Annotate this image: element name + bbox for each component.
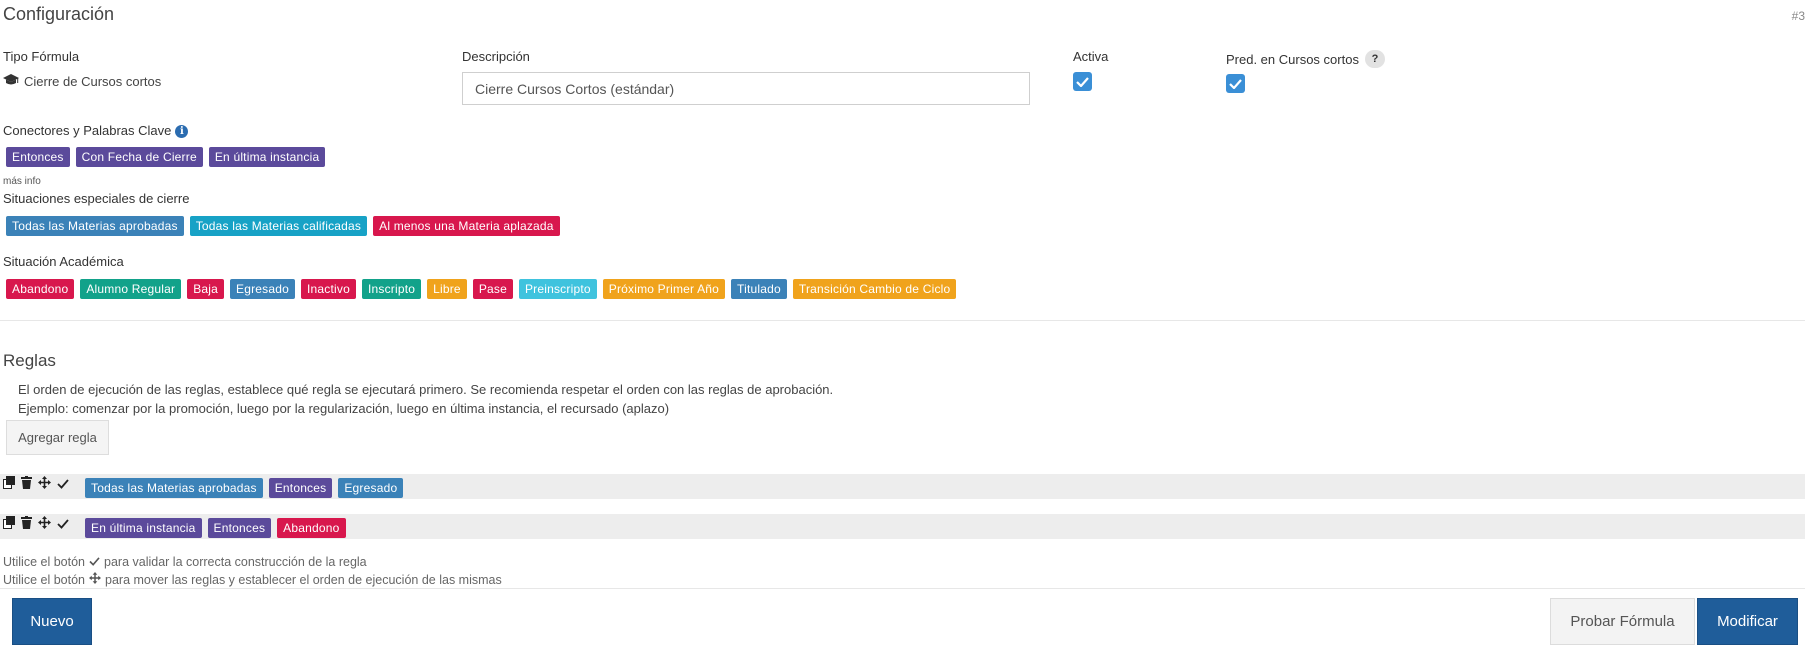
check-icon [1076,76,1089,87]
move-icon [89,572,101,587]
situacion-academica-title: Situación Académica [3,254,124,269]
validate-check-icon[interactable] [57,516,69,534]
tipo-formula-label: Tipo Fórmula [3,49,80,64]
hint-move-pre: Utilice el botón [3,572,85,587]
situacion-academica-badge: Inscripto [361,279,422,299]
hint-validate: Utilice el botón para validar la correct… [3,555,367,569]
descripcion-label: Descripción [462,49,530,64]
probar-formula-button[interactable]: Probar Fórmula [1550,598,1695,645]
rule-tags: En última instancia Entonces Abandono [85,518,346,538]
move-icon[interactable] [38,516,51,534]
reglas-desc-1: El orden de ejecución de las reglas, est… [18,382,834,397]
rule-actions [3,516,69,534]
tipo-formula-text: Cierre de Cursos cortos [24,74,162,89]
situacion-academica-badge: Pase [472,279,513,299]
record-id: #3 [1791,9,1805,23]
check-icon [89,555,100,569]
move-icon[interactable] [38,476,51,494]
divider [0,320,1805,321]
rule-tag: Egresado [338,478,404,498]
situacion-especial-badge: Al menos una Materia aplazada [373,216,560,236]
situacion-academica-badge: Transición Cambio de Ciclo [792,279,957,299]
agregar-regla-button[interactable]: Agregar regla [6,420,109,455]
situacion-especial-badge: Todas las Materias calificadas [189,216,368,236]
copy-icon[interactable] [3,476,15,494]
more-info-link[interactable]: más info [3,176,41,187]
rule-tag: Entonces [268,478,333,498]
situacion-academica-badge: Próximo Primer Año [602,279,726,299]
conectores-title-text: Conectores y Palabras Clave [3,123,172,138]
nuevo-button[interactable]: Nuevo [12,598,92,645]
rule-tag: Todas las Materias aprobadas [85,478,263,498]
situacion-academica-badge: Alumno Regular [80,279,182,299]
help-icon[interactable]: ? [1364,50,1385,68]
activa-checkbox[interactable] [1073,72,1092,91]
pred-label-wrap: Pred. en Cursos cortos ? [1226,50,1385,68]
page-title: Configuración [3,4,115,24]
situacion-especial-badge: Todas las Materias aprobadas [6,216,184,236]
situacion-academica-badges: Abandono Alumno Regular Baja Egresado Inacti… [6,279,957,299]
rule-tags: Todas las Materias aprobadas Entonces Egre… [85,478,404,498]
trash-icon[interactable] [21,476,32,494]
tipo-formula-value: Cierre de Cursos cortos [3,74,161,89]
conector-badge: Entonces [6,147,70,167]
validate-check-icon[interactable] [57,476,69,494]
situacion-academica-badge: Titulado [731,279,787,299]
situacion-academica-badge: Libre [427,279,467,299]
rule-tag: En última instancia [85,518,202,538]
pred-checkbox[interactable] [1226,74,1245,93]
hint-validate-post: para validar la correcta construcción de… [104,555,367,569]
graduation-cap-icon [3,74,19,89]
conector-badge: Con Fecha de Cierre [75,147,203,167]
conectores-badges: Entonces Con Fecha de Cierre En última ins… [6,147,326,167]
hint-move: Utilice el botón para mover las reglas y… [3,572,502,587]
modificar-button[interactable]: Modificar [1697,598,1798,645]
situaciones-badges: Todas las Materias aprobadas Todas las Ma… [6,216,560,236]
rule-tag: Abandono [277,518,346,538]
rule-tag: Entonces [207,518,272,538]
reglas-desc-2: Ejemplo: comenzar por la promoción, lueg… [18,401,670,416]
conector-badge: En última instancia [208,147,326,167]
situaciones-title: Situaciones especiales de cierre [3,191,190,206]
situacion-academica-badge: Preinscripto [518,279,597,299]
situacion-academica-badge: Abandono [6,279,75,299]
situacion-academica-badge: Baja [187,279,225,299]
descripcion-input[interactable] [462,72,1030,105]
footer-divider [0,588,1805,589]
hint-move-post: para mover las reglas y establecer el or… [105,572,502,587]
conectores-title: Conectores y Palabras Clave i [3,123,189,139]
reglas-title: Reglas [3,351,56,370]
info-icon[interactable]: i [175,125,189,139]
situacion-academica-badge: Egresado [230,279,295,299]
copy-icon[interactable] [3,516,15,534]
rule-actions [3,476,69,494]
hint-validate-pre: Utilice el botón [3,555,85,569]
situacion-academica-badge: Inactivo [301,279,356,299]
activa-label: Activa [1073,49,1109,64]
pred-label: Pred. en Cursos cortos [1226,51,1359,67]
trash-icon[interactable] [21,516,32,534]
check-icon [1229,78,1242,89]
